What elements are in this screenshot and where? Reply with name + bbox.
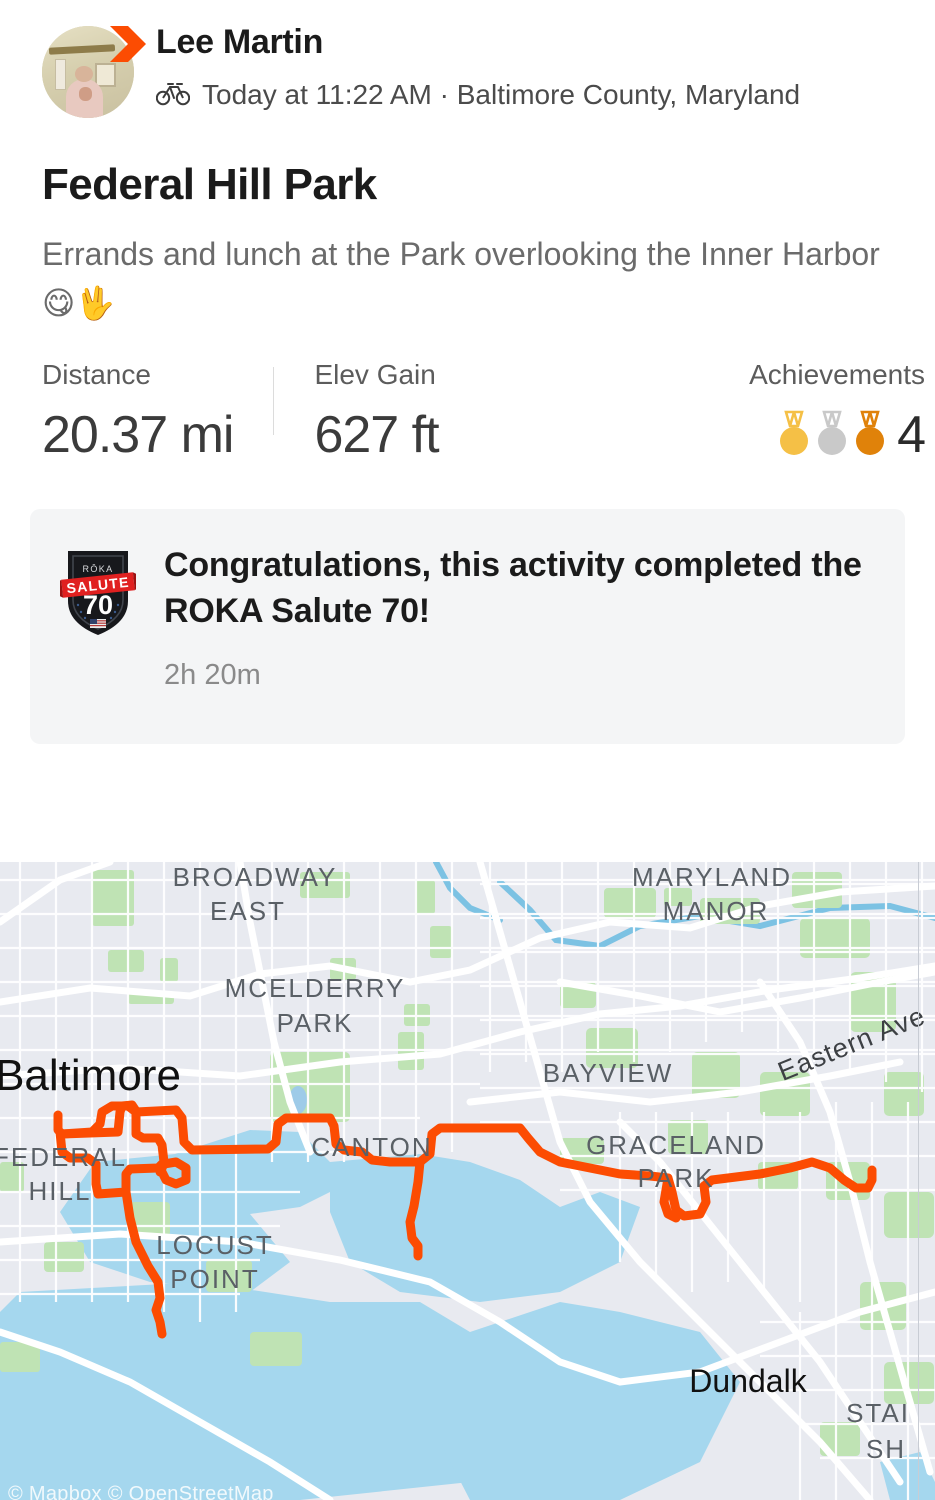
strava-chevron-icon — [106, 24, 150, 71]
activity-detail-screen: Lee Martin Today at 11:22 AM · Baltimore… — [0, 0, 935, 1500]
activity-meta-text: Today at 11:22 AM · Baltimore County, Ma… — [202, 79, 801, 111]
map-label: MCELDERRY — [225, 973, 406, 1003]
silver-medal-icon — [815, 409, 849, 462]
svg-text:70: 70 — [83, 590, 113, 620]
gold-medal-icon — [777, 409, 811, 462]
map-right-edge — [918, 862, 919, 1500]
map-label: GRACELAND — [586, 1130, 766, 1160]
map-label: POINT — [170, 1264, 259, 1294]
stat-distance: Distance 20.37 mi — [0, 359, 234, 465]
map-attribution[interactable]: © Mapbox © OpenStreetMap — [8, 1483, 274, 1500]
activity-stats: Distance 20.37 mi Elev Gain 627 ft Achie… — [0, 327, 935, 477]
stat-achievements-label: Achievements — [749, 359, 925, 391]
bicycle-icon — [155, 80, 191, 111]
map-label: LOCUST — [156, 1230, 273, 1260]
avatar-photo-door — [54, 59, 66, 91]
map-label: BAYVIEW — [543, 1058, 674, 1088]
activity-route-map[interactable]: BROADWAY EAST MARYLAND MANOR MCELDERRY PARK Ea… — [0, 862, 935, 1500]
stat-elevation-value: 627 ft — [314, 406, 439, 465]
stat-elevation: Elev Gain 627 ft — [274, 359, 439, 465]
roka-salute-70-badge-icon: RŌKA SALUTE 70 — [56, 545, 140, 644]
map-label: BROADWAY — [173, 862, 338, 892]
bronze-medal-icon — [853, 409, 887, 462]
map-label: EAST — [210, 896, 286, 926]
map-label: FEDERAL — [0, 1142, 127, 1172]
map-canvas[interactable]: BROADWAYEASTMARYLANDMANORMCELDERRYPARK Ea… — [0, 862, 935, 1500]
banner-subtitle: 2h 20m — [164, 659, 261, 692]
activity-description: Errands and lunch at the Park overlookin… — [0, 210, 935, 327]
stat-distance-label: Distance — [42, 359, 151, 391]
activity-header: Lee Martin Today at 11:22 AM · Baltimore… — [0, 0, 935, 118]
activity-title[interactable]: Federal Hill Park — [0, 118, 935, 210]
map-label: Baltimore — [0, 1051, 181, 1100]
avatar-photo-person-head — [75, 66, 93, 83]
achievement-count: 4 — [897, 406, 926, 465]
stat-distance-value: 20.37 mi — [42, 406, 234, 465]
map-label: Dundalk — [689, 1363, 807, 1399]
map-label: HILL — [29, 1176, 92, 1206]
map-label: CANTON — [311, 1132, 432, 1162]
stat-achievements[interactable]: Achievements 4 — [707, 359, 935, 465]
activity-meta: Today at 11:22 AM · Baltimore County, Ma… — [155, 75, 905, 115]
map-label: MANOR — [663, 896, 770, 926]
svg-text:RŌKA: RŌKA — [82, 564, 113, 574]
map-label: STAI — [846, 1398, 910, 1428]
avatar[interactable] — [42, 26, 146, 118]
map-label: SH — [866, 1434, 906, 1464]
banner-text-column: Congratulations, this activity completed… — [136, 541, 877, 692]
description-line-2: Inner Harbor — [700, 236, 880, 272]
banner-title: Congratulations, this activity completed… — [164, 546, 862, 631]
map-label: PARK — [638, 1163, 715, 1193]
challenge-completion-banner[interactable]: RŌKA SALUTE 70 Congratulations, this act… — [30, 509, 905, 745]
header-text-column: Lee Martin Today at 11:22 AM · Baltimore… — [134, 18, 905, 115]
avatar-photo-person-arm — [78, 86, 92, 102]
description-emoji: 😋🖖 — [42, 283, 116, 322]
athlete-name[interactable]: Lee Martin — [156, 23, 905, 61]
map-label: PARK — [277, 1008, 354, 1038]
stat-elevation-label: Elev Gain — [314, 359, 436, 391]
map-label: MARYLAND — [632, 862, 792, 892]
description-line-1: Errands and lunch at the Park overlookin… — [42, 236, 692, 272]
achievement-medals: 4 — [749, 405, 926, 465]
